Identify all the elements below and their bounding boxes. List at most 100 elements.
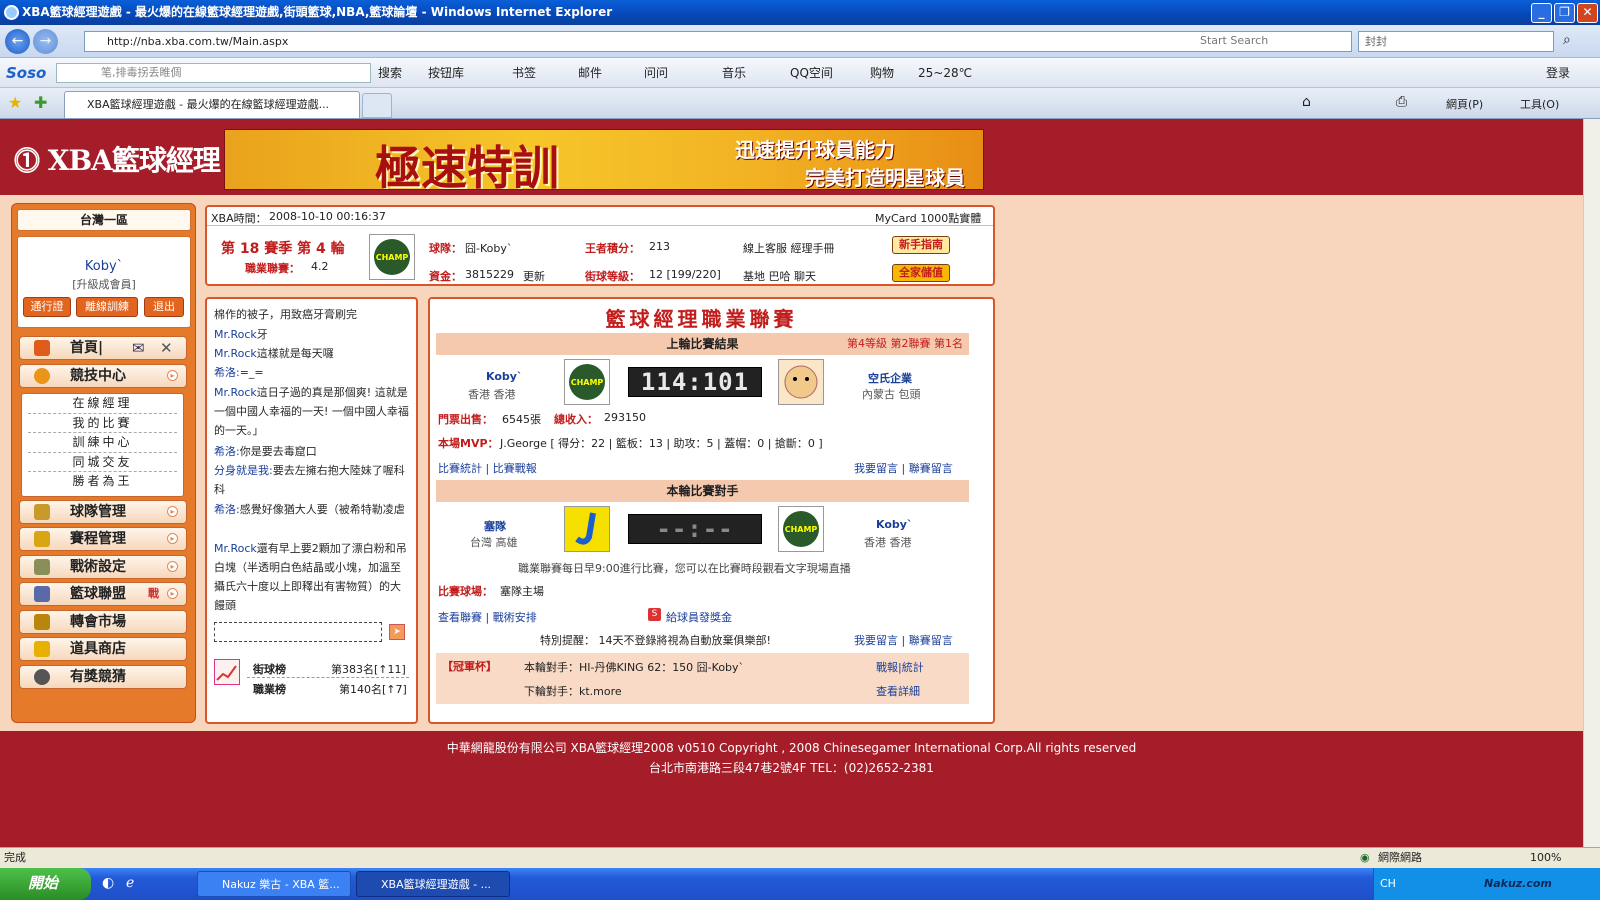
league-title: 籃球經理職業聯賽 xyxy=(605,307,798,331)
taskbar-item[interactable]: Nakuz 樂古 - XBA 籃... xyxy=(197,871,351,897)
community-links[interactable]: 基地 巴哈 聊天 xyxy=(743,268,816,284)
site-footer: 中華網龍股份有限公司 XBA籃球經理2008 v0510 Copyright ,… xyxy=(0,731,1583,847)
close-button[interactable]: ✕ xyxy=(1577,3,1598,23)
toolbar-item-qzone[interactable]: QQ空间 xyxy=(790,58,833,88)
pro-rank-label[interactable]: 職業榜 xyxy=(253,681,286,697)
street-rank-label[interactable]: 街球榜 xyxy=(253,661,286,677)
vertical-scrollbar[interactable] xyxy=(1583,119,1600,847)
opponent-team-name[interactable]: 塞隊 xyxy=(484,518,506,534)
print-icon[interactable]: ⎙ xyxy=(1396,94,1407,110)
search-icon[interactable]: ⌕ xyxy=(1563,32,1571,48)
refresh-link[interactable]: 更新 xyxy=(523,268,545,284)
site-logo[interactable]: ⓵ XBA籃球經理 xyxy=(14,139,221,179)
submenu-my-matches[interactable]: 我的比賽 xyxy=(28,414,177,433)
chat-message: 棉作的被子，用致癌牙膏刷完 xyxy=(214,305,411,324)
toolbar-item-mail[interactable]: 邮件 xyxy=(578,58,602,88)
away-team-location: 內蒙古 包頭 xyxy=(862,388,921,401)
search-input[interactable]: 封封 xyxy=(1358,31,1554,52)
mail-icon[interactable]: ✉ xyxy=(132,337,145,359)
submenu-friends[interactable]: 同城交友 xyxy=(28,453,177,472)
cup-detail-link[interactable]: 查看詳細 xyxy=(876,683,920,699)
chat-author[interactable]: 希洛: xyxy=(214,366,240,379)
this-round-heading: 本輪比賽對手 xyxy=(666,484,739,498)
chat-send-icon[interactable]: ➤ xyxy=(389,624,405,640)
new-tab-button[interactable] xyxy=(362,93,392,118)
menu-league[interactable]: 籃球聯盟 戰 ▸ xyxy=(19,582,187,606)
promo-banner[interactable]: 極速特訓 迅速提升球員能力 完美打造明星球員 xyxy=(224,129,984,190)
login-button[interactable]: 登录 xyxy=(1546,58,1570,88)
toolbar-item-shopping[interactable]: 购物 xyxy=(870,58,894,88)
home-team-name[interactable]: Koby` xyxy=(486,370,522,383)
chat-author[interactable]: Mr.Rock xyxy=(214,386,257,399)
soso-search-button[interactable]: 搜索 xyxy=(378,58,402,88)
menu-quiz[interactable]: 有獎競猜 xyxy=(19,665,187,689)
view-league-link[interactable]: 查看聯賽 | 戰術安排 xyxy=(438,609,537,625)
menu-schedule[interactable]: 賽程管理 ▸ xyxy=(19,527,187,551)
money-label: 資金： xyxy=(429,270,462,283)
leave-message-link[interactable]: 我要留言 | 聯賽留言 xyxy=(854,460,953,476)
tab-xba[interactable]: XBA籃球經理遊戲 - 最火爆的在線籃球經理遊戲... xyxy=(64,91,360,118)
back-button[interactable]: ← xyxy=(5,29,30,54)
cup-report-link[interactable]: 戰報|統計 xyxy=(876,659,924,675)
team-logo-icon[interactable]: CHAMP xyxy=(369,234,415,280)
my-team-name[interactable]: Koby` xyxy=(876,518,912,531)
menu-home[interactable]: 首頁| ✉ ✕ xyxy=(19,336,187,360)
minimize-button[interactable]: _ xyxy=(1531,3,1552,23)
taskbar-item-active[interactable]: XBA籃球經理遊戲 - ... xyxy=(356,871,510,897)
menu-team-label: 球隊管理 xyxy=(70,504,126,520)
topup-button[interactable]: 全家儲值 xyxy=(892,264,950,282)
start-button[interactable]: 開始 xyxy=(0,868,91,900)
favorites-star-icon[interactable]: ★ xyxy=(8,93,22,112)
passport-button[interactable]: 通行證 xyxy=(23,297,71,317)
chat-author[interactable]: Mr.Rock xyxy=(214,347,257,360)
chat-author[interactable]: Mr.Rock xyxy=(214,328,257,341)
submenu-winner[interactable]: 勝者為王 xyxy=(28,472,177,492)
newbie-guide-button[interactable]: 新手指南 xyxy=(892,236,950,254)
chat-author[interactable]: 希洛: xyxy=(214,503,240,516)
username[interactable]: Koby` xyxy=(18,259,190,274)
chevron-icon: ▸ xyxy=(167,561,178,572)
chat-author[interactable]: Mr.Rock xyxy=(214,542,257,555)
offline-training-button[interactable]: 離線訓練 xyxy=(76,297,138,317)
cup-section: 【冠軍杯】 本輪對手：HI-丹佛KING 62：150 囧-Koby` 下輪對手… xyxy=(436,653,969,704)
logout-button[interactable]: 退出 xyxy=(144,297,184,317)
start-label: 開始 xyxy=(28,874,59,892)
quicklaunch-icon[interactable]: ◐ xyxy=(102,875,114,891)
leave-message-link-2[interactable]: 我要留言 | 聯賽留言 xyxy=(854,632,953,648)
add-favorite-icon[interactable]: ✚ xyxy=(34,93,47,112)
zoom-level[interactable]: 100% xyxy=(1530,848,1561,868)
toolbar-item-ask[interactable]: 问问 xyxy=(644,58,668,88)
soso-search-input[interactable]: 笔,排毒拐丢睢倜 xyxy=(56,63,371,83)
toolbar-item-music[interactable]: 音乐 xyxy=(722,58,746,88)
maximize-button[interactable]: ❐ xyxy=(1554,3,1575,23)
page-menu[interactable]: 網頁(P) xyxy=(1446,96,1483,112)
toolbar-item-bookmarks[interactable]: 书签 xyxy=(512,58,536,88)
ie-quicklaunch-icon[interactable]: ℯ xyxy=(126,875,134,891)
submenu-training[interactable]: 訓練中心 xyxy=(28,433,177,453)
team-name[interactable]: 囧-Koby` xyxy=(465,240,512,256)
menu-team[interactable]: 球隊管理 ▸ xyxy=(19,500,187,524)
svg-text:CHAMP: CHAMP xyxy=(785,525,818,534)
upgrade-member-link[interactable]: [升級成會員] xyxy=(18,276,190,292)
menu-tactics[interactable]: 戰術設定 ▸ xyxy=(19,555,187,579)
menu-transfer[interactable]: 轉會市場 xyxy=(19,610,187,634)
bonus-link[interactable]: 給球員發獎金 xyxy=(666,609,732,625)
chat-author[interactable]: 希洛: xyxy=(214,445,240,458)
menu-shop[interactable]: 道具商店 xyxy=(19,637,187,661)
match-stats-link[interactable]: 比賽統計 | 比賽戰報 xyxy=(438,460,537,476)
toolbar-item-buttons[interactable]: 按钮库 xyxy=(428,58,464,88)
mycard-link[interactable]: MyCard 1000點實體 xyxy=(875,210,981,226)
home-icon[interactable]: ⌂ xyxy=(1302,94,1311,110)
tools-menu[interactable]: 工具(O) xyxy=(1520,96,1559,112)
help-links[interactable]: 線上客服 經理手冊 xyxy=(743,240,835,256)
menu-arena[interactable]: 競技中心 ▸ xyxy=(19,364,187,388)
address-field[interactable]: http://nba.xba.com.tw/Main.aspx xyxy=(84,31,1352,52)
away-team-name[interactable]: 空氏企業 xyxy=(868,370,912,386)
submenu-online-manager[interactable]: 在線經理 xyxy=(28,394,177,414)
chat-author[interactable]: 分身就是我: xyxy=(214,464,273,477)
toolbar-item-weather[interactable]: 25~28℃ xyxy=(918,58,972,88)
input-language[interactable]: CH xyxy=(1380,868,1396,899)
forward-button[interactable]: → xyxy=(33,29,58,54)
settings-tools-icon[interactable]: ✕ xyxy=(160,337,173,359)
chat-input[interactable] xyxy=(214,622,382,642)
